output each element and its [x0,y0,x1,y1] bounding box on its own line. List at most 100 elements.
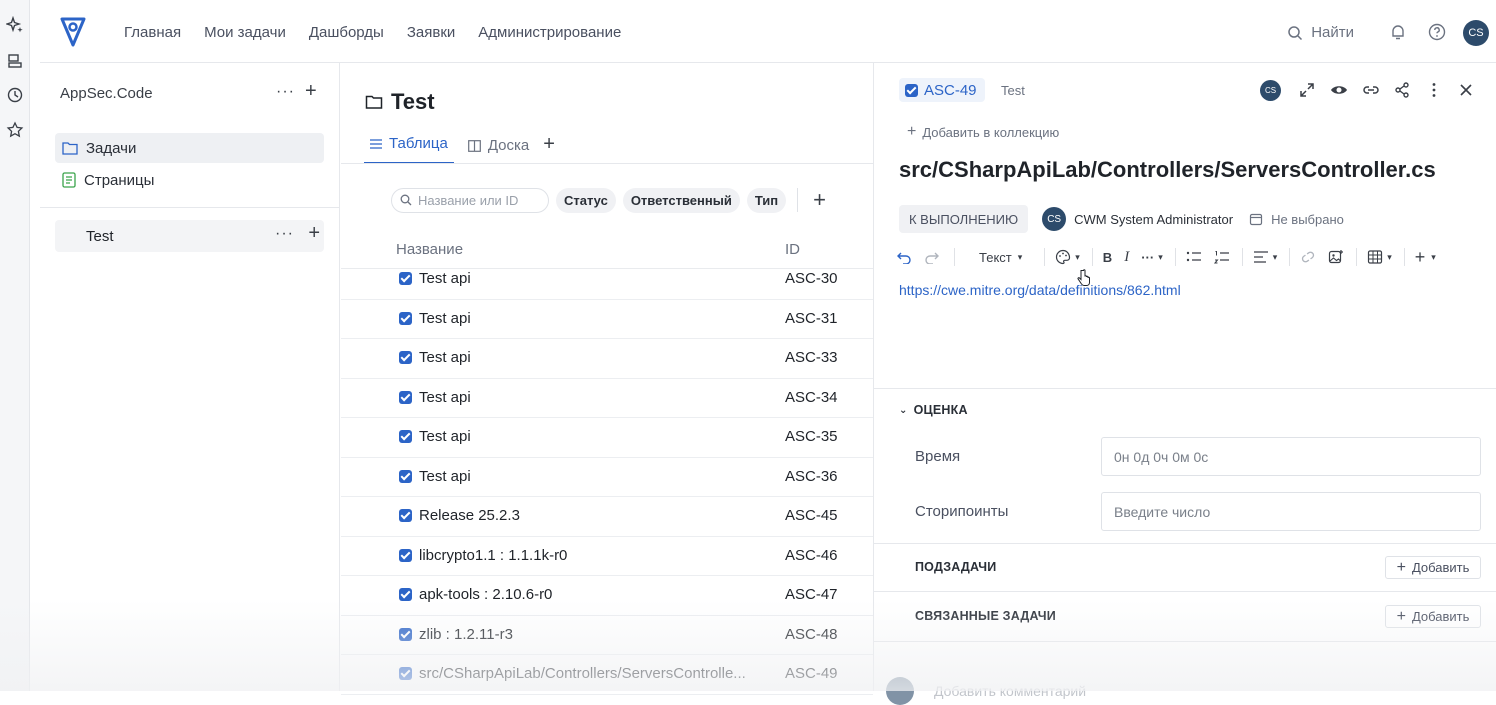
tab-table[interactable]: Таблица [364,135,454,164]
task-type-icon [399,469,412,483]
color-palette-icon[interactable]: ▾ [1055,249,1080,265]
search-icon [1288,25,1303,40]
add-view-button[interactable]: + [543,133,555,164]
top-navigation: Главная Мои задачи Дашборды Заявки Админ… [40,0,1496,63]
share-icon[interactable] [1392,80,1412,100]
nav-dashboards[interactable]: Дашборды [309,24,384,41]
chevron-down-icon: ▾ [1017,251,1023,262]
sidebar-item-tasks[interactable]: Задачи [55,133,324,163]
insert-plus-icon[interactable]: + ▾ [1415,247,1436,268]
status-badge[interactable]: К ВЫПОЛНЕНИЮ [899,205,1029,233]
inbox-icon[interactable] [6,52,24,70]
due-date-field[interactable]: Не выбрано [1249,212,1344,227]
search-placeholder: Название или ID [418,192,519,208]
star-icon[interactable] [6,121,24,139]
bullet-list-icon[interactable] [1186,250,1202,264]
task-project[interactable]: Test [1001,83,1025,98]
table-row[interactable]: src/CSharpApiLab/Controllers/ServersCont… [341,655,873,695]
workspace-add-button[interactable]: + [305,80,317,103]
task-type-icon [399,509,412,522]
project-label: Test [86,227,114,245]
task-name: Test api [419,428,471,445]
table-row[interactable]: apk-tools : 2.10.6-r0 ASC-47 [341,576,873,616]
link-icon[interactable] [1361,80,1381,100]
column-header-id[interactable]: ID [785,241,800,258]
filter-status[interactable]: Статус [556,187,616,213]
comment-input[interactable]: Добавить комментарий [934,683,1086,699]
help-icon[interactable] [1427,22,1447,42]
avatar [886,677,914,705]
task-title[interactable]: src/CSharpApiLab/Controllers/ServersCont… [899,157,1436,183]
link-icon[interactable] [1300,250,1316,264]
nav-home[interactable]: Главная [124,24,181,41]
more-vertical-icon[interactable] [1424,80,1444,100]
clock-icon[interactable] [6,86,24,104]
filter-assignee[interactable]: Ответственный [622,187,740,213]
chevron-down-icon: ▾ [1075,251,1080,262]
nav-administration[interactable]: Администрирование [478,24,621,41]
app-rail [0,0,30,691]
table-row[interactable]: Test api ASC-31 [341,300,873,339]
global-search[interactable]: Найти [1287,24,1354,41]
user-avatar[interactable]: CS [1463,20,1489,46]
more-formatting-icon[interactable]: ··· ▾ [1141,250,1163,265]
description-link[interactable]: https://cwe.mitre.org/data/definitions/8… [899,282,1181,298]
nav-my-tasks[interactable]: Мои задачи [204,24,286,41]
sidebar-item-label: Страницы [84,171,155,189]
task-type-icon [905,83,918,97]
app-logo-icon[interactable] [60,16,86,48]
sidebar-item-pages[interactable]: Страницы [55,165,324,195]
time-label: Время [915,448,961,465]
close-icon[interactable] [1456,80,1476,100]
tab-board[interactable]: Доска [462,137,535,164]
undo-icon[interactable] [896,250,912,264]
nav-requests[interactable]: Заявки [407,24,455,41]
project-add-button[interactable]: + [308,222,320,245]
table-row[interactable]: libcrypto1.1 : 1.1.1k-r0 ASC-46 [341,537,873,576]
workspace-title[interactable]: AppSec.Code [60,85,153,102]
table-row[interactable]: Test api ASC-36 [341,458,873,497]
add-subtask-button[interactable]: + Добавить [1385,556,1481,579]
column-header-name[interactable]: Название [396,241,463,258]
search-input[interactable]: Название или ID [391,187,549,213]
table-row[interactable]: Test api ASC-33 [341,339,873,379]
task-key-badge[interactable]: ASC-49 [899,78,985,102]
table-row[interactable]: Test api ASC-34 [341,379,873,418]
bell-icon[interactable] [1388,22,1408,42]
table-row[interactable]: Release 25.2.3 ASC-45 [341,497,873,537]
bold-icon[interactable]: B [1103,250,1112,265]
image-icon[interactable] [1328,249,1344,265]
add-to-collection-button[interactable]: + Добавить в коллекцию [907,123,1059,141]
estimate-section-toggle[interactable]: ⌄ ОЦЕНКА [899,403,968,417]
table-row[interactable]: zlib : 1.2.11-r3 ASC-48 [341,616,873,655]
table-row[interactable]: Test api ASC-30 [341,260,873,300]
story-points-input[interactable]: Введите число [1101,492,1481,531]
assignee-field[interactable]: CS CWM System Administrator [1042,207,1233,231]
assignee-name: CWM System Administrator [1074,211,1234,227]
table-row[interactable]: Test api ASC-35 [341,418,873,458]
divider [1289,248,1291,266]
divider [874,543,1496,544]
filter-type[interactable]: Тип [746,187,787,213]
align-icon[interactable]: ▾ [1253,250,1277,264]
calendar-icon [1249,213,1263,226]
expand-icon[interactable] [1297,80,1317,100]
table-icon[interactable]: ▾ [1367,249,1392,265]
project-more-button[interactable]: ··· [275,225,294,243]
watcher-avatar[interactable]: CS [1260,80,1281,101]
plus-icon: + [1396,558,1406,576]
task-key: ASC-49 [924,81,977,99]
eye-icon[interactable] [1329,80,1349,100]
sparkle-icon[interactable] [6,16,24,34]
text-style-dropdown[interactable]: Текст ▾ [979,250,1022,265]
task-properties: К ВЫПОЛНЕНИЮ CS CWM System Administrator… [899,205,1344,233]
time-input[interactable]: 0н 0д 0ч 0м 0с [1101,437,1481,476]
redo-icon[interactable] [924,250,940,264]
add-filter-button[interactable]: + [813,187,826,213]
workspace-more-button[interactable]: ··· [276,83,295,101]
project-item-test[interactable]: Test ··· + [55,220,324,252]
divider [1241,248,1243,266]
numbered-list-icon[interactable] [1213,250,1230,264]
italic-icon[interactable]: I [1124,249,1129,266]
add-related-task-button[interactable]: + Добавить [1385,605,1481,628]
